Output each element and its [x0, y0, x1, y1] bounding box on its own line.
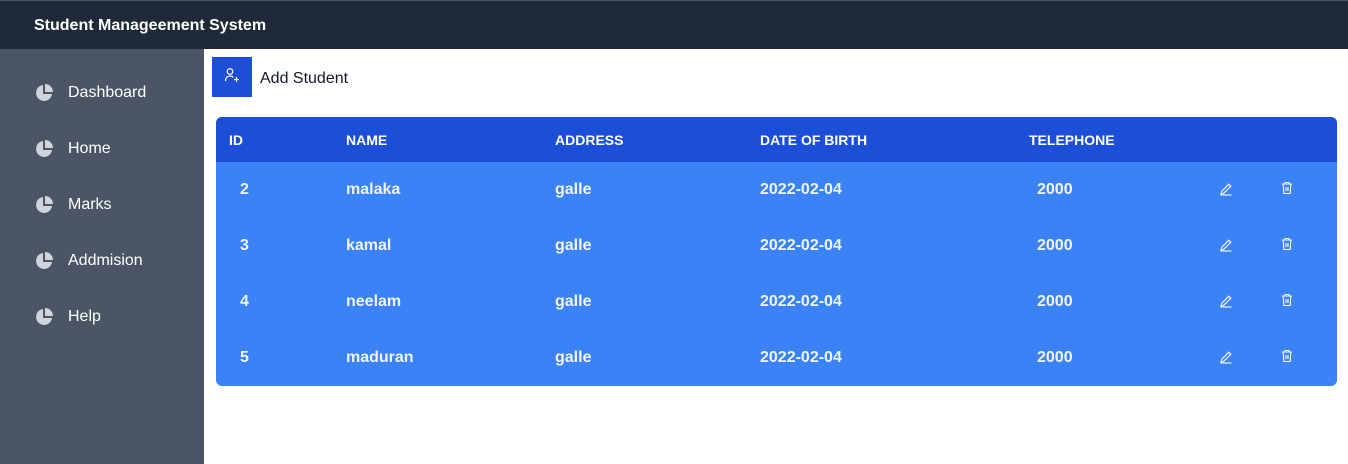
- pie-chart-icon: [34, 195, 54, 215]
- cell-telephone: 2000: [1037, 349, 1073, 366]
- cell-date-of-birth: 2022-02-04: [760, 293, 842, 310]
- sidebar-item-marks[interactable]: Marks: [0, 185, 204, 225]
- sidebar-item-help[interactable]: Help: [0, 297, 204, 337]
- cell-date-of-birth: 2022-02-04: [760, 349, 842, 366]
- column-header-id: ID: [229, 132, 243, 148]
- column-header-name: NAME: [346, 132, 388, 148]
- edit-icon[interactable]: [1216, 179, 1236, 199]
- sidebar-item-label: Help: [68, 308, 101, 325]
- app-title: Student Manageement System: [34, 17, 267, 34]
- cell-telephone: 2000: [1037, 237, 1073, 254]
- cell-address: galle: [555, 349, 592, 366]
- user-plus-icon: [224, 67, 240, 88]
- sidebar-item-home[interactable]: Home: [0, 129, 204, 169]
- pie-chart-icon: [34, 307, 54, 327]
- table-row[interactable]: 3 kamal galle 2022-02-04 2000: [216, 218, 1337, 274]
- pie-chart-icon: [34, 251, 54, 271]
- sidebar-item-label: Addmision: [68, 252, 143, 269]
- cell-date-of-birth: 2022-02-04: [760, 181, 842, 198]
- edit-icon[interactable]: [1216, 235, 1236, 255]
- pie-chart-icon: [34, 139, 54, 159]
- cell-date-of-birth: 2022-02-04: [760, 237, 842, 254]
- column-header-address: ADDRESS: [555, 132, 624, 148]
- table-row[interactable]: 2 malaka galle 2022-02-04 2000: [216, 162, 1337, 218]
- cell-id: 3: [240, 237, 249, 254]
- sidebar-item-dashboard[interactable]: Dashboard: [0, 73, 204, 113]
- cell-address: galle: [555, 293, 592, 310]
- sidebar-item-admission[interactable]: Addmision: [0, 241, 204, 281]
- sidebar: Dashboard Home Marks Addmision Help: [0, 49, 204, 464]
- edit-icon[interactable]: [1216, 347, 1236, 367]
- cell-name: kamal: [346, 237, 392, 254]
- cell-name: malaka: [346, 181, 401, 198]
- cell-address: galle: [555, 181, 592, 198]
- sidebar-item-label: Marks: [68, 196, 112, 213]
- students-table: ID NAME ADDRESS DATE OF BIRTH TELEPHONE …: [216, 117, 1337, 386]
- top-bar: Student Manageement System: [0, 0, 1348, 49]
- cell-name: neelam: [346, 293, 402, 310]
- pie-chart-icon: [34, 83, 54, 103]
- cell-telephone: 2000: [1037, 181, 1073, 198]
- cell-id: 4: [240, 293, 249, 310]
- table-row[interactable]: 4 neelam galle 2022-02-04 2000: [216, 274, 1337, 330]
- sidebar-item-label: Home: [68, 140, 111, 157]
- delete-icon[interactable]: [1277, 178, 1297, 198]
- delete-icon[interactable]: [1277, 346, 1297, 366]
- delete-icon[interactable]: [1277, 290, 1297, 310]
- sidebar-item-label: Dashboard: [68, 84, 147, 101]
- table-header: ID NAME ADDRESS DATE OF BIRTH TELEPHONE: [216, 117, 1337, 162]
- cell-address: galle: [555, 237, 592, 254]
- column-header-date-of-birth: DATE OF BIRTH: [760, 132, 868, 148]
- add-student-button[interactable]: [212, 57, 252, 97]
- delete-icon[interactable]: [1277, 234, 1297, 254]
- edit-icon[interactable]: [1216, 291, 1236, 311]
- table-row[interactable]: 5 maduran galle 2022-02-04 2000: [216, 330, 1337, 386]
- column-header-telephone: TELEPHONE: [1029, 132, 1115, 148]
- cell-telephone: 2000: [1037, 293, 1073, 310]
- cell-id: 2: [240, 181, 249, 198]
- cell-id: 5: [240, 349, 249, 366]
- cell-name: maduran: [346, 349, 414, 366]
- add-student-label[interactable]: Add Student: [260, 70, 348, 88]
